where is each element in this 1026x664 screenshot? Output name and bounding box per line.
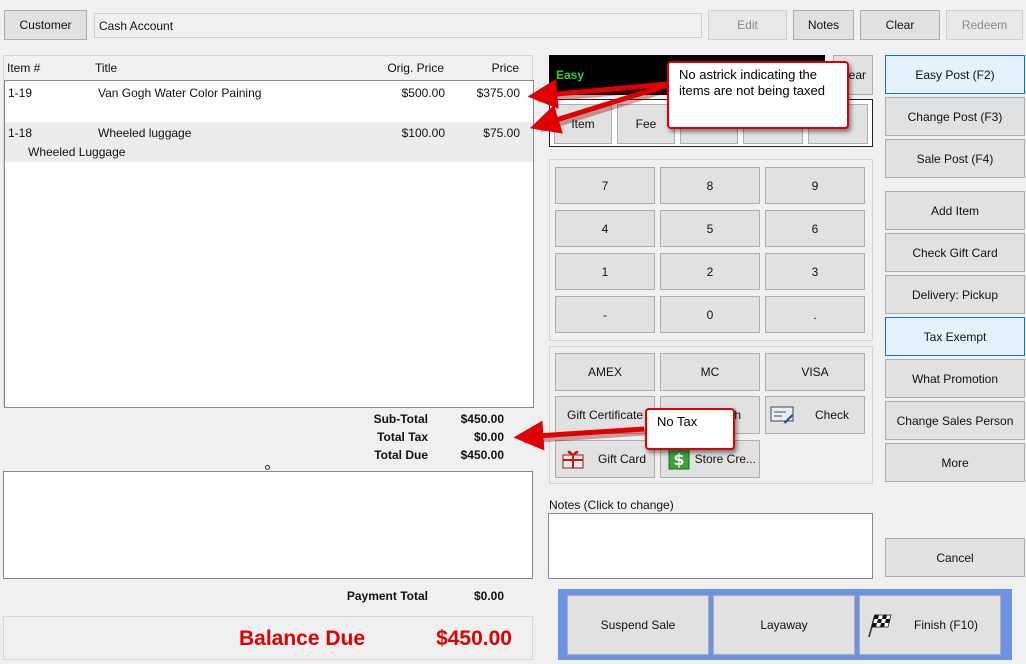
- check-icon: [770, 406, 794, 424]
- header-price: Price: [491, 61, 519, 75]
- annotation-callout-untaxed-text: No astrick indicating the items are not …: [679, 67, 825, 98]
- row-item: 1-18: [8, 126, 33, 140]
- gift-certificate-button[interactable]: Gift Certificate: [555, 396, 655, 434]
- customer-button[interactable]: Customer: [4, 10, 87, 40]
- table-body: 1-19 Van Gogh Water Color Paining $500.0…: [4, 80, 534, 408]
- gift-card-label: Gift Card: [597, 452, 646, 466]
- keypad-9[interactable]: 9: [765, 167, 865, 204]
- dollar-icon: $: [668, 448, 690, 470]
- layaway-button[interactable]: Layaway: [713, 595, 855, 655]
- subtotal-value: $450.00: [460, 412, 504, 426]
- mode-display-text: Easy: [556, 68, 585, 82]
- check-button[interactable]: Check: [765, 396, 865, 434]
- suspend-sale-button[interactable]: Suspend Sale: [567, 595, 709, 655]
- subtotal-label: Sub-Total: [373, 412, 428, 426]
- keypad-7[interactable]: 7: [555, 167, 655, 204]
- total-due-value: $450.00: [460, 448, 504, 462]
- tax-value: $0.00: [473, 430, 504, 444]
- row-orig-price: $100.00: [401, 126, 445, 140]
- gift-icon: [562, 450, 584, 469]
- redeem-button[interactable]: Redeem: [946, 10, 1023, 40]
- check-gift-card-button[interactable]: Check Gift Card: [885, 233, 1025, 272]
- change-post-button[interactable]: Change Post (F3): [885, 97, 1025, 136]
- keypad-4[interactable]: 4: [555, 210, 655, 247]
- more-button[interactable]: More: [885, 443, 1025, 482]
- clear-button[interactable]: Clear: [860, 10, 940, 40]
- notes-box[interactable]: [548, 513, 873, 579]
- tax-label: Total Tax: [377, 430, 428, 444]
- table-row[interactable]: 1-19 Van Gogh Water Color Paining $500.0…: [5, 81, 533, 121]
- finish-label: Finish (F10): [913, 618, 978, 632]
- keypad-minus[interactable]: -: [555, 296, 655, 333]
- items-table: Item # Title Orig. Price Price 1-19 Van …: [3, 55, 534, 408]
- balance-due-panel: Balance Due $450.00: [3, 616, 533, 660]
- check-button-label: Check: [814, 408, 849, 422]
- notes-label: Notes (Click to change): [549, 498, 674, 512]
- row-orig-price: $500.00: [401, 86, 445, 100]
- cash-button-label: h: [734, 408, 741, 422]
- sale-post-button[interactable]: Sale Post (F4): [885, 139, 1025, 178]
- store-credit-label: Store Cre...: [694, 452, 756, 466]
- annotation-callout-untaxed: No astrick indicating the items are not …: [667, 61, 849, 129]
- customer-field[interactable]: Cash Account: [94, 13, 702, 38]
- row-subtitle: Wheeled Luggage: [28, 145, 126, 159]
- keypad-3[interactable]: 3: [765, 253, 865, 290]
- change-sales-person-button[interactable]: Change Sales Person: [885, 401, 1025, 440]
- balance-due-label: Balance Due: [239, 627, 366, 650]
- gift-card-button[interactable]: Gift Card: [555, 440, 655, 478]
- mc-button[interactable]: MC: [660, 353, 760, 391]
- payments-list[interactable]: [3, 471, 533, 579]
- header-item: Item #: [7, 61, 41, 75]
- keypad-5[interactable]: 5: [660, 210, 760, 247]
- amex-button[interactable]: AMEX: [555, 353, 655, 391]
- keypad-8[interactable]: 8: [660, 167, 760, 204]
- cancel-button[interactable]: Cancel: [885, 538, 1025, 577]
- keypad-6[interactable]: 6: [765, 210, 865, 247]
- balance-due-value: $450.00: [436, 627, 512, 650]
- edit-button[interactable]: Edit: [708, 10, 787, 40]
- customer-value: Cash Account: [99, 18, 174, 33]
- keypad-2[interactable]: 2: [660, 253, 760, 290]
- row-title: Van Gogh Water Color Paining: [98, 86, 262, 100]
- keypad-1[interactable]: 1: [555, 253, 655, 290]
- notes-button[interactable]: Notes: [793, 10, 854, 40]
- header-title: Title: [95, 61, 118, 75]
- annotation-callout-no-tax-text: No Tax: [657, 414, 698, 429]
- row-price: $75.00: [483, 126, 520, 140]
- header-orig-price: Orig. Price: [387, 61, 444, 75]
- finish-button[interactable]: Finish (F10): [859, 595, 1001, 655]
- easy-post-button[interactable]: Easy Post (F2): [885, 55, 1025, 94]
- svg-text:$: $: [673, 450, 684, 469]
- add-item-button[interactable]: Add Item: [885, 191, 1025, 230]
- delivery-button[interactable]: Delivery: Pickup: [885, 275, 1025, 314]
- keypad-0[interactable]: 0: [660, 296, 760, 333]
- item-mode-button[interactable]: Item: [554, 104, 612, 144]
- row-title: Wheeled luggage: [98, 126, 192, 140]
- table-row[interactable]: 1-18 Wheeled luggage $100.00 $75.00 Whee…: [5, 122, 533, 162]
- checkered-flag-icon: [868, 614, 892, 638]
- payment-total-value: $0.00: [473, 589, 504, 603]
- splitter-handle[interactable]: [265, 465, 270, 470]
- table-header: Item # Title Orig. Price Price: [4, 56, 532, 80]
- row-item: 1-19: [8, 86, 33, 100]
- tax-exempt-button[interactable]: Tax Exempt: [885, 317, 1025, 356]
- payment-total-label: Payment Total: [346, 589, 428, 603]
- what-promotion-button[interactable]: What Promotion: [885, 359, 1025, 398]
- row-price: $375.00: [476, 86, 520, 100]
- annotation-callout-no-tax: No Tax: [645, 408, 735, 450]
- keypad-decimal[interactable]: .: [765, 296, 865, 333]
- total-due-label: Total Due: [374, 448, 428, 462]
- visa-button[interactable]: VISA: [765, 353, 865, 391]
